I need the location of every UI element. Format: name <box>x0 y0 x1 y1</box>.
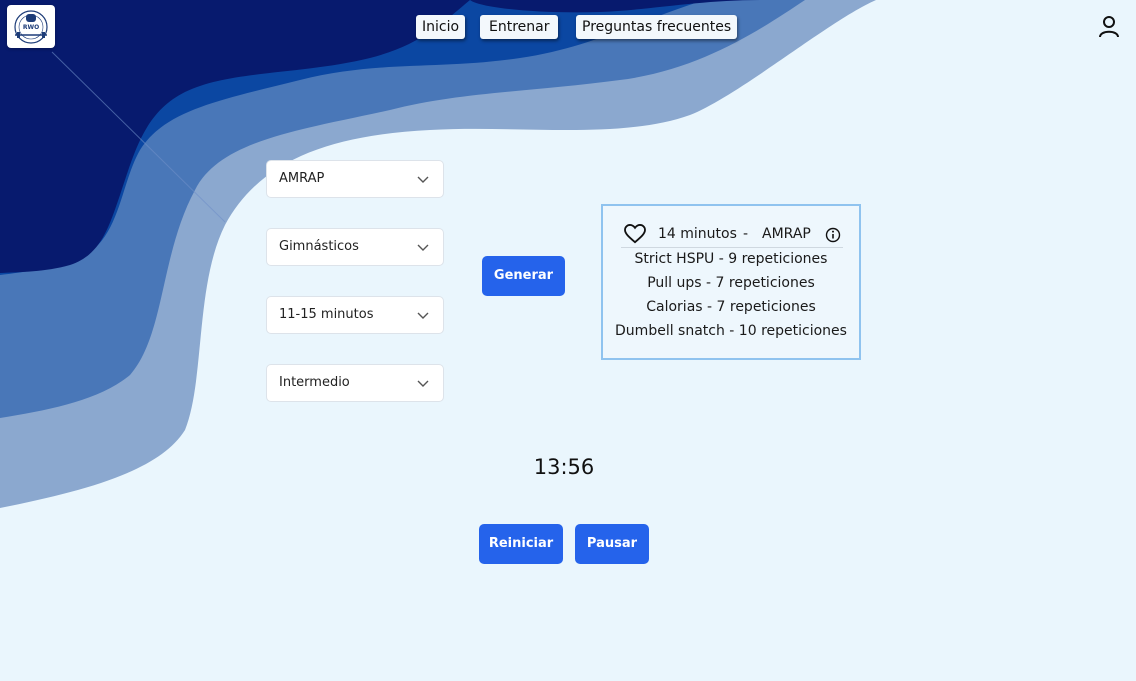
duration-value: 11-15 minutos <box>279 307 374 322</box>
workout-type: AMRAP <box>762 226 811 242</box>
generate-button[interactable]: Generar <box>482 256 565 296</box>
exercise-item: Dumbell snatch - 10 repeticiones <box>615 323 847 339</box>
level-value: Intermedio <box>279 375 350 390</box>
workout-time: 14 minutos <box>658 226 737 242</box>
user-icon[interactable] <box>1098 15 1120 39</box>
info-icon[interactable] <box>825 227 841 243</box>
level-select[interactable]: Intermedio <box>266 364 444 402</box>
workout-type-select[interactable]: AMRAP <box>266 160 444 198</box>
reset-button[interactable]: Reiniciar <box>479 524 563 564</box>
logo-text: RWO <box>22 24 40 31</box>
duration-select[interactable]: 11-15 minutos <box>266 296 444 334</box>
chevron-down-icon <box>417 312 429 319</box>
workout-separator: - <box>743 226 749 242</box>
nav-entrenar[interactable]: Entrenar <box>480 15 559 39</box>
nav-inicio[interactable]: Inicio <box>416 15 466 39</box>
exercise-item: Strict HSPU - 9 repeticiones <box>634 251 828 267</box>
card-divider <box>621 247 843 248</box>
chevron-down-icon <box>417 380 429 387</box>
exercise-item: Calorias - 7 repeticiones <box>646 299 816 315</box>
chevron-down-icon <box>417 176 429 183</box>
category-value: Gimnásticos <box>279 239 359 254</box>
timer-display: 13:56 <box>533 455 595 479</box>
logo[interactable]: RWO <box>7 5 55 48</box>
chevron-down-icon <box>417 244 429 251</box>
pause-button[interactable]: Pausar <box>575 524 649 564</box>
background-waves <box>0 0 1136 681</box>
exercise-item: Pull ups - 7 repeticiones <box>647 275 815 291</box>
workout-card-header: 14 minutos - AMRAP <box>603 224 859 246</box>
nav-preguntas-frecuentes[interactable]: Preguntas frecuentes <box>576 15 738 39</box>
workout-type-value: AMRAP <box>279 171 325 186</box>
category-select[interactable]: Gimnásticos <box>266 228 444 266</box>
workout-card: 14 minutos - AMRAP Strict HSPU - 9 repet… <box>601 204 861 360</box>
heart-icon[interactable] <box>624 224 646 244</box>
